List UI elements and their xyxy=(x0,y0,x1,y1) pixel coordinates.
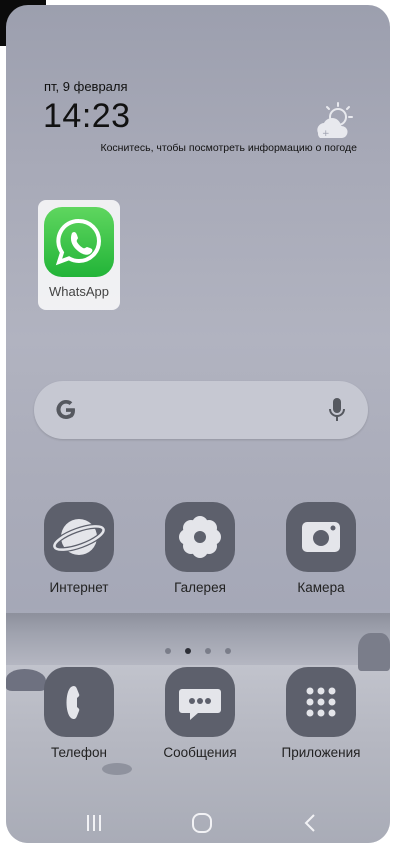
app-phone[interactable]: Телефон xyxy=(31,667,127,760)
home-icon[interactable] xyxy=(188,811,216,835)
messages-icon xyxy=(165,667,235,737)
home-screen: пт, 9 февраля 14:23 + Коснитесь, чтобы п… xyxy=(6,5,390,843)
whatsapp-icon xyxy=(44,207,114,277)
app-label: Интернет xyxy=(49,580,109,595)
gallery-icon xyxy=(165,502,235,572)
page-dot[interactable] xyxy=(205,648,211,654)
app-label: Галерея xyxy=(174,580,226,595)
navigation-bar xyxy=(6,805,390,839)
app-internet[interactable]: Интернет xyxy=(31,502,127,595)
app-gallery[interactable]: Галерея xyxy=(152,502,248,595)
phone-icon xyxy=(44,667,114,737)
weather-icon[interactable]: + xyxy=(310,101,354,141)
svg-text:+: + xyxy=(322,129,330,139)
wallpaper-sand xyxy=(102,763,132,775)
page-dot[interactable] xyxy=(225,648,231,654)
google-search-bar[interactable] xyxy=(34,381,368,439)
camera-icon xyxy=(286,502,356,572)
app-label: Сообщения xyxy=(163,745,237,760)
recents-icon[interactable] xyxy=(80,811,108,835)
page-dot[interactable] xyxy=(165,648,171,654)
clock[interactable]: 14:23 xyxy=(43,97,131,136)
app-label: Камера xyxy=(297,580,345,595)
google-g-icon xyxy=(56,399,75,420)
apps-grid-icon xyxy=(286,667,356,737)
app-whatsapp[interactable]: WhatsApp xyxy=(38,200,120,310)
back-icon[interactable] xyxy=(296,811,324,835)
date-label[interactable]: пт, 9 февраля xyxy=(44,79,128,94)
page-dot-active[interactable] xyxy=(185,648,191,654)
app-label: WhatsApp xyxy=(49,284,109,299)
app-label: Телефон xyxy=(50,745,107,760)
page-indicator[interactable] xyxy=(6,641,390,659)
internet-icon xyxy=(44,502,114,572)
app-camera[interactable]: Камера xyxy=(273,502,369,595)
app-label: Приложения xyxy=(281,745,361,760)
app-messages[interactable]: Сообщения xyxy=(152,667,248,760)
app-drawer[interactable]: Приложения xyxy=(273,667,369,760)
weather-hint[interactable]: Коснитесь, чтобы посмотреть информацию о… xyxy=(6,142,390,154)
microphone-icon[interactable] xyxy=(328,397,346,423)
